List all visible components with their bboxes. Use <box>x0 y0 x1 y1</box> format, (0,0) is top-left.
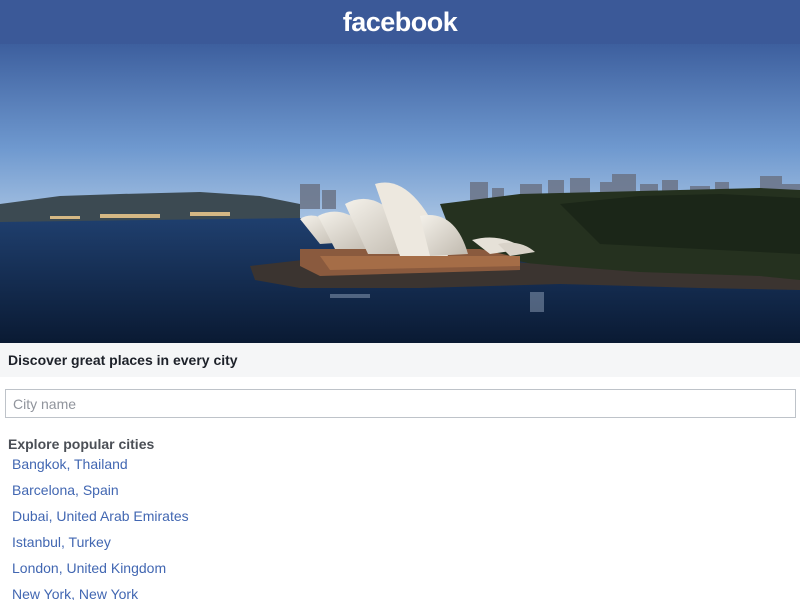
list-item: Barcelona, Spain <box>12 482 800 508</box>
search-container <box>0 377 800 418</box>
top-bar: facebook <box>0 0 800 44</box>
city-link-london[interactable]: London, United Kingdom <box>12 560 166 576</box>
city-link-dubai[interactable]: Dubai, United Arab Emirates <box>12 508 189 524</box>
facebook-logo[interactable]: facebook <box>343 7 458 38</box>
explore-heading: Explore popular cities <box>8 436 155 452</box>
opera-house-photo <box>0 44 800 343</box>
city-link-istanbul[interactable]: Istanbul, Turkey <box>12 534 111 550</box>
list-item: New York, New York <box>12 586 800 600</box>
list-item: Bangkok, Thailand <box>12 456 800 482</box>
list-item: Dubai, United Arab Emirates <box>12 508 800 534</box>
city-link-new-york[interactable]: New York, New York <box>12 586 138 600</box>
city-name-input[interactable] <box>5 389 796 418</box>
list-item: Istanbul, Turkey <box>12 534 800 560</box>
discover-banner: Discover great places in every city <box>0 343 800 377</box>
city-list: Bangkok, Thailand Barcelona, Spain Dubai… <box>0 456 800 600</box>
hero-image <box>0 44 800 343</box>
city-link-barcelona[interactable]: Barcelona, Spain <box>12 482 119 498</box>
list-item: London, United Kingdom <box>12 560 800 586</box>
discover-heading: Discover great places in every city <box>8 352 238 368</box>
city-link-bangkok[interactable]: Bangkok, Thailand <box>12 456 128 472</box>
